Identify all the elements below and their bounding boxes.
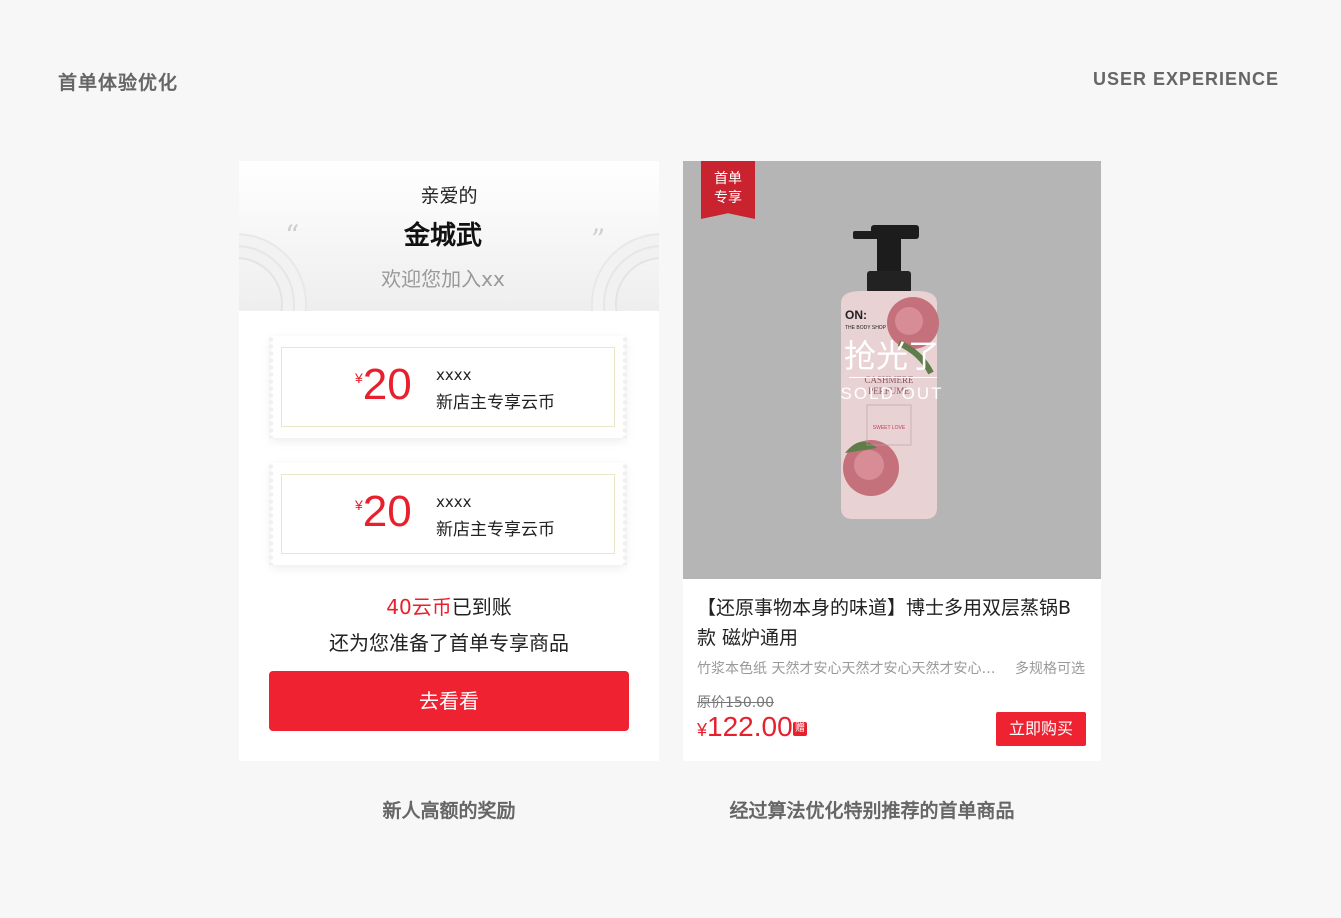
user-name: 金城武 (403, 221, 482, 251)
sold-out-divider (849, 377, 937, 378)
coupon-amount: ¥20 (355, 487, 412, 536)
arrived-text: 已到账 (451, 595, 512, 619)
page-subtitle: USER EXPERIENCE (1092, 69, 1279, 89)
greeting-text: 亲爱的 (420, 185, 478, 207)
product-image[interactable]: 首单 专享 ON: THE BODY SHOP CASHMERE PERFUME … (683, 161, 1101, 579)
coupon-border: ¥20 xxxx 新店主专享云币 (281, 347, 615, 427)
go-see-button[interactable]: 去看看 (269, 671, 629, 731)
svg-text:ON:: ON: (845, 308, 867, 322)
coupon-label: 新店主专享云币 (436, 520, 555, 540)
coupon-amount: ¥20 (355, 360, 412, 409)
coupon-card[interactable]: ¥20 xxxx 新店主专享云币 (268, 463, 628, 565)
product-price: ¥122.00 (697, 711, 793, 742)
prepared-message: 还为您准备了首单专享商品 (329, 631, 569, 655)
coupon-code: xxxx (436, 493, 472, 511)
coupon-label: 新店主专享云币 (436, 393, 555, 413)
buy-now-button[interactable]: 立即购买 (996, 712, 1086, 746)
welcome-text: 欢迎您加入xx (381, 267, 505, 291)
product-description: 竹浆本色纸 天然才安心天然才安心天然才安心天然才安心 (697, 661, 1003, 677)
coupon-card[interactable]: ¥20 xxxx 新店主专享云币 (268, 336, 628, 438)
sold-out-label-en: SOLD OUT (840, 384, 944, 403)
first-order-ribbon: 首单 专享 (701, 161, 755, 219)
product-title[interactable]: 【还原事物本身的味道】博士多用双层蒸锅B款 磁炉通用 (697, 593, 1087, 653)
page-title: 首单体验优化 (58, 72, 179, 94)
arrived-message: 40云币已到账 (239, 591, 659, 620)
caption-left: 新人高额的奖励 (382, 800, 516, 822)
svg-text:SWEET LOVE: SWEET LOVE (873, 425, 906, 431)
coupon-border: ¥20 xxxx 新店主专享云币 (281, 474, 615, 554)
original-price: 原价150.00 (697, 695, 774, 711)
product-card[interactable]: 首单 专享 ON: THE BODY SHOP CASHMERE PERFUME … (683, 161, 1101, 761)
arrived-amount: 40云币 (386, 595, 452, 619)
sold-out-label: 抢光了 (843, 337, 940, 375)
coupon-code: xxxx (436, 366, 472, 384)
gift-badge: 赠 (793, 722, 807, 736)
caption-right: 经过算法优化特别推荐的首单商品 (729, 800, 1015, 822)
welcome-header: “ ” 亲爱的 金城武 欢迎您加入xx (239, 161, 659, 311)
product-spec: 多规格可选 (1015, 661, 1085, 677)
welcome-card: “ ” 亲爱的 金城武 欢迎您加入xx ¥20 xxxx 新店主专享云币 ¥20… (239, 161, 659, 761)
